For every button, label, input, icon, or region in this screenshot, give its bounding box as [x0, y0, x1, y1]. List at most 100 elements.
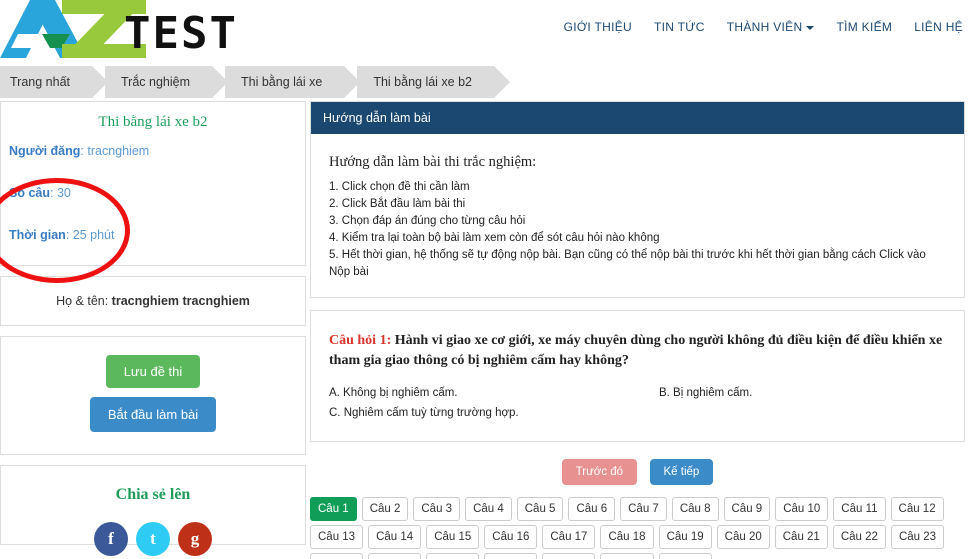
next-question-button[interactable]: Kế tiếp — [649, 459, 714, 485]
question-cell-30[interactable]: Câu 30 — [658, 553, 712, 559]
answer-row-2: C. Nghiêm cấm tuỳ từng trường hợp. — [329, 403, 946, 423]
exam-duration-label: Thời gian — [9, 228, 66, 242]
question-cell-3[interactable]: Câu 3 — [413, 497, 461, 521]
breadcrumb-item-thi-bang-lai-xe-b2[interactable]: Thi bằng lái xe b2 — [357, 66, 510, 98]
breadcrumb-item-thi-bang-lai-xe[interactable]: Thi bằng lái xe — [225, 66, 361, 98]
question-cell-29[interactable]: Câu 29 — [600, 553, 654, 559]
twitter-icon[interactable]: t — [136, 522, 170, 556]
answer-option-a[interactable]: A. Không bị nghiêm cấm. — [329, 383, 659, 403]
question-cell-12[interactable]: Câu 12 — [890, 497, 944, 521]
question-cell-16[interactable]: Câu 16 — [484, 525, 538, 549]
exam-actions-panel: Lưu đề thi Bắt đầu làm bài — [0, 336, 306, 455]
exam-title: Thi bằng lái xe b2 — [98, 114, 208, 130]
guide-title: Hướng dẫn làm bài thi trắc nghiệm: — [329, 154, 537, 170]
share-icon-list: f t g — [1, 522, 305, 556]
nav-item-tim-kiem[interactable]: TÌM KIẾM — [836, 20, 892, 34]
question-nav-buttons: Trước đó Kế tiếp — [310, 459, 965, 485]
exam-author-label: Người đăng — [9, 144, 81, 158]
fullname-label: Họ & tên: — [56, 294, 112, 308]
nav-item-lien-he[interactable]: LIÊN HỆ — [914, 20, 963, 34]
fullname-panel: Họ & tên: tracnghiem tracnghiem — [0, 276, 306, 326]
exam-info-panel: Thi bằng lái xe b2 Người đăng: tracnghie… — [0, 101, 306, 266]
facebook-icon[interactable]: f — [94, 522, 128, 556]
question-cell-27[interactable]: Câu 27 — [484, 553, 538, 559]
question-number-label: Câu hỏi 1: — [329, 333, 392, 348]
question-cell-23[interactable]: Câu 23 — [890, 525, 945, 549]
question-cell-5[interactable]: Câu 5 — [516, 497, 564, 521]
exam-author: Người đăng: tracnghiem — [1, 139, 305, 163]
question-cell-14[interactable]: Câu 14 — [368, 525, 422, 549]
nav-label: LIÊN HỆ — [914, 20, 963, 34]
question-cell-10[interactable]: Câu 10 — [775, 497, 829, 521]
exam-sidebar: Thi bằng lái xe b2 Người đăng: tracnghie… — [0, 101, 306, 556]
question-cell-22[interactable]: Câu 22 — [832, 525, 886, 549]
exam-author-value: tracnghiem — [87, 144, 150, 158]
question-cell-19[interactable]: Câu 19 — [658, 525, 712, 549]
answer-option-b[interactable]: B. Bị nghiêm cấm. — [659, 383, 752, 403]
question-cell-7[interactable]: Câu 7 — [620, 497, 667, 521]
question-number-grid: Câu 1 Câu 2 Câu 3 Câu 4 Câu 5 Câu 6 Câu 7 Câu 8… — [310, 497, 965, 559]
question-cell-8[interactable]: Câu 8 — [671, 497, 719, 521]
question-text: Hành vi giao xe cơ giới, xe máy chuyên d… — [329, 333, 943, 368]
nav-label: GIỚI THIỆU — [563, 20, 632, 34]
guide-step-2: 2. Click Bắt đầu làm bài thi — [329, 198, 466, 210]
question-cell-25[interactable]: Câu 25 — [368, 553, 422, 559]
nav-item-thanh-vien[interactable]: THÀNH VIÊN — [727, 20, 815, 34]
answer-row-1: A. Không bị nghiêm cấm. B. Bị nghiêm cấm… — [329, 383, 946, 403]
exam-question-count-value: 30 — [56, 186, 71, 200]
exam-duration-value: 25 phút — [72, 228, 115, 242]
previous-question-button[interactable]: Trước đó — [561, 459, 638, 485]
question-cell-20[interactable]: Câu 20 — [716, 525, 770, 549]
question-panel: Câu hỏi 1: Hành vi giao xe cơ giới, xe m… — [310, 310, 965, 442]
nav-label: TIN TỨC — [653, 20, 705, 34]
share-panel: Chia sẻ lên f t g — [0, 465, 306, 556]
main-nav: GIỚI THIỆU TIN TỨC THÀNH VIÊN TÌM KIẾM L… — [564, 20, 963, 34]
googleplus-icon[interactable]: g — [178, 522, 212, 556]
guide-step-1: 1. Click chọn đề thi cần làm — [329, 181, 470, 193]
exam-question-count-label: Số câu — [9, 186, 50, 200]
question-cell-28[interactable]: Câu 28 — [542, 553, 596, 559]
logo-svg: TEST — [0, 0, 236, 59]
exam-main: Hướng dẫn làm bài Hướng dẫn làm bài thi … — [310, 101, 965, 559]
start-exam-button[interactable]: Bắt đầu làm bài — [89, 397, 217, 432]
question-cell-17[interactable]: Câu 17 — [542, 525, 596, 549]
share-title: Chia sẻ lên — [115, 486, 191, 503]
breadcrumb: Trang nhất Trắc nghiệm Thi bằng lái xe T… — [0, 66, 510, 98]
question-cell-4[interactable]: Câu 4 — [465, 497, 512, 521]
question-cell-1[interactable]: Câu 1 — [310, 497, 357, 521]
exam-question-count-sep: : — [50, 186, 57, 200]
fullname-value: tracnghiem tracnghiem — [111, 294, 250, 308]
guide-panel: Hướng dẫn làm bài Hướng dẫn làm bài thi … — [310, 101, 965, 298]
question-cell-26[interactable]: Câu 26 — [426, 553, 480, 559]
nav-label: TÌM KIẾM — [836, 20, 893, 34]
guide-panel-body: Hướng dẫn làm bài thi trắc nghiệm: 1. Cl… — [311, 134, 964, 297]
exam-question-count: Số câu: 30 — [1, 181, 305, 205]
guide-step-4: 4. Kiểm tra lại toàn bộ bài làm xem còn … — [329, 232, 660, 244]
site-logo[interactable]: TEST — [0, 0, 240, 59]
answer-option-c[interactable]: C. Nghiêm cấm tuỳ từng trường hợp. — [329, 403, 659, 423]
question-cell-11[interactable]: Câu 11 — [833, 497, 886, 521]
breadcrumb-item-trac-nghiem[interactable]: Trắc nghiệm — [105, 66, 229, 98]
nav-item-tin-tuc[interactable]: TIN TỨC — [654, 20, 705, 34]
question-cell-9[interactable]: Câu 9 — [723, 497, 771, 521]
breadcrumb-item-home[interactable]: Trang nhất — [0, 66, 108, 98]
question-cell-18[interactable]: Câu 18 — [600, 525, 654, 549]
question-cell-15[interactable]: Câu 15 — [426, 525, 480, 549]
question-cell-2[interactable]: Câu 2 — [361, 497, 409, 521]
question-cell-24[interactable]: Câu 24 — [310, 553, 364, 559]
guide-panel-header: Hướng dẫn làm bài — [311, 102, 964, 134]
save-exam-button[interactable]: Lưu đề thi — [105, 355, 201, 388]
exam-duration-sep: : — [65, 228, 73, 242]
guide-step-5: 5. Hết thời gian, hệ thống sẽ tự động nộ… — [329, 249, 926, 278]
nav-label: THÀNH VIÊN — [726, 20, 803, 34]
question-heading: Câu hỏi 1: Hành vi giao xe cơ giới, xe m… — [329, 331, 946, 371]
nav-item-gioi-thieu[interactable]: GIỚI THIỆU — [564, 20, 632, 34]
question-cell-21[interactable]: Câu 21 — [774, 525, 828, 549]
page-root: TEST GIỚI THIỆU TIN TỨC THÀNH VIÊN TÌM K… — [0, 0, 971, 559]
guide-step-3: 3. Chọn đáp án đúng cho từng câu hỏi — [329, 215, 526, 227]
question-cell-6[interactable]: Câu 6 — [568, 497, 616, 521]
question-cell-13[interactable]: Câu 13 — [310, 525, 364, 549]
